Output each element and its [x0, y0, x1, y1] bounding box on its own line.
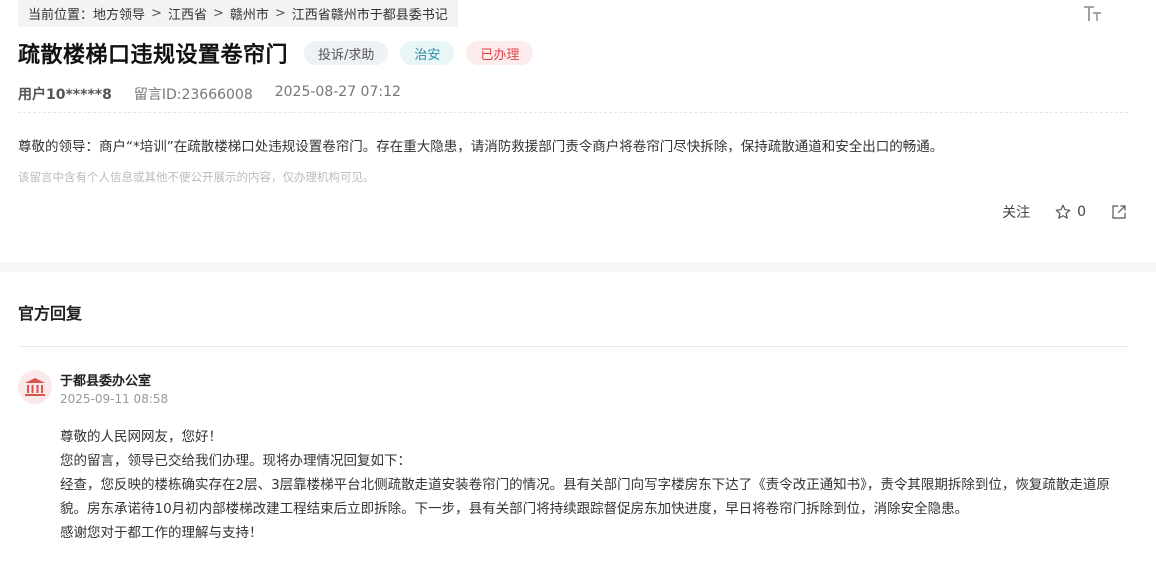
reply-paragraph: 尊敬的人民网网友，您好！	[60, 429, 222, 445]
message-user: 用户10*****8	[18, 87, 112, 103]
section-separator	[0, 262, 1156, 272]
breadcrumb: 当前位置： 地方领导 > 江西省 > 赣州市 > 江西省赣州市于都县委书记	[18, 0, 458, 27]
message-id: 留言ID:23666008	[133, 87, 253, 103]
reply-paragraph: 经查，您反映的楼栋确实存在2层、3层靠楼梯平台北侧疏散走道安装卷帘门的情况。县有…	[60, 477, 1110, 517]
message-actions: 关注 0	[1002, 200, 1128, 224]
reply-time: 2025-09-11 08:58	[60, 392, 169, 406]
privacy-note: 该留言中含有个人信息或其他不便公开展示的内容，仅办理机构可见。	[18, 170, 375, 184]
reply-paragraph: 您的留言，领导已交给我们办理。现将办理情况回复如下：	[60, 453, 411, 469]
font-size-icon[interactable]	[1083, 5, 1103, 23]
breadcrumb-item-city[interactable]: 赣州市	[230, 4, 269, 23]
breadcrumb-separator: >	[151, 6, 162, 21]
divider	[18, 346, 1128, 347]
tag-domain: 治安	[400, 41, 455, 65]
reply-heading: 官方回复	[18, 304, 83, 323]
status-badge: 已办理	[466, 41, 534, 65]
message-title: 疏散楼梯口违规设置卷帘门	[18, 43, 289, 68]
breadcrumb-item-province[interactable]: 江西省	[168, 4, 207, 23]
breadcrumb-item-leader[interactable]: 江西省赣州市于都县委书记	[292, 4, 448, 23]
star-count: 0	[1077, 204, 1086, 220]
reply-org-name: 于都县委办公室	[60, 374, 152, 389]
divider	[18, 112, 1128, 113]
follow-button[interactable]: 关注	[1002, 202, 1030, 222]
message-meta: 用户10*****8 留言ID:23666008 2025-08-27 07:1…	[18, 84, 401, 104]
title-row: 疏散楼梯口违规设置卷帘门 投诉/求助 治安 已办理	[18, 38, 534, 68]
reply-paragraph: 感谢您对于都工作的理解与支持！	[60, 525, 263, 541]
avatar	[18, 370, 52, 404]
share-icon	[1112, 205, 1126, 219]
tag-type: 投诉/求助	[304, 41, 389, 65]
star-button[interactable]: 0	[1054, 203, 1086, 221]
share-button[interactable]	[1110, 203, 1128, 221]
reply-body: 尊敬的人民网网友，您好！ 您的留言，领导已交给我们办理。现将办理情况回复如下： …	[60, 425, 1132, 545]
breadcrumb-prefix: 当前位置：	[28, 8, 94, 23]
star-icon	[1055, 204, 1071, 219]
breadcrumb-separator: >	[212, 6, 224, 21]
breadcrumb-separator: >	[274, 6, 286, 21]
message-content: 尊敬的领导：商户“*培训”在疏散楼梯口处违规设置卷帘门。存在重大隐患，请消防救援…	[18, 139, 944, 155]
breadcrumb-item-region-leaders[interactable]: 地方领导	[93, 4, 145, 23]
government-building-icon	[25, 378, 45, 396]
message-time: 2025-08-27 07:12	[274, 84, 401, 100]
follow-label: 关注	[1002, 205, 1031, 221]
page: 当前位置： 地方领导 > 江西省 > 赣州市 > 江西省赣州市于都县委书记 疏散…	[0, 0, 1156, 568]
